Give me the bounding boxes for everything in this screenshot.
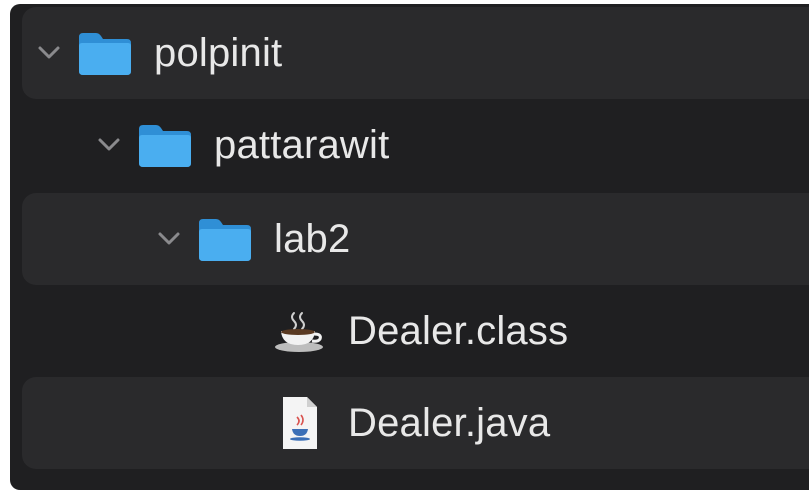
file-tree-panel: polpinit pattarawit lab2 Dealer.class De…: [10, 4, 809, 490]
tree-item-label: polpinit: [154, 30, 283, 75]
tree-item-pattarawit[interactable]: pattarawit: [22, 99, 809, 191]
folder-icon: [76, 29, 134, 77]
tree-item-label: pattarawit: [214, 122, 390, 167]
folder-icon: [196, 215, 254, 263]
tree-item-dealer-class[interactable]: Dealer.class: [22, 285, 809, 377]
tree-item-label: Dealer.class: [348, 308, 569, 353]
java-class-coffee-icon: [270, 307, 328, 355]
java-source-file-icon: [270, 397, 328, 449]
chevron-down-icon[interactable]: [36, 40, 62, 66]
tree-item-lab2[interactable]: lab2: [22, 193, 809, 285]
tree-item-label: lab2: [274, 216, 351, 261]
chevron-down-icon[interactable]: [96, 132, 122, 158]
chevron-down-icon[interactable]: [156, 226, 182, 252]
tree-item-dealer-java[interactable]: Dealer.java: [22, 377, 809, 469]
folder-icon: [136, 121, 194, 169]
tree-item-polpinit[interactable]: polpinit: [22, 7, 809, 99]
tree-item-label: Dealer.java: [348, 400, 551, 445]
